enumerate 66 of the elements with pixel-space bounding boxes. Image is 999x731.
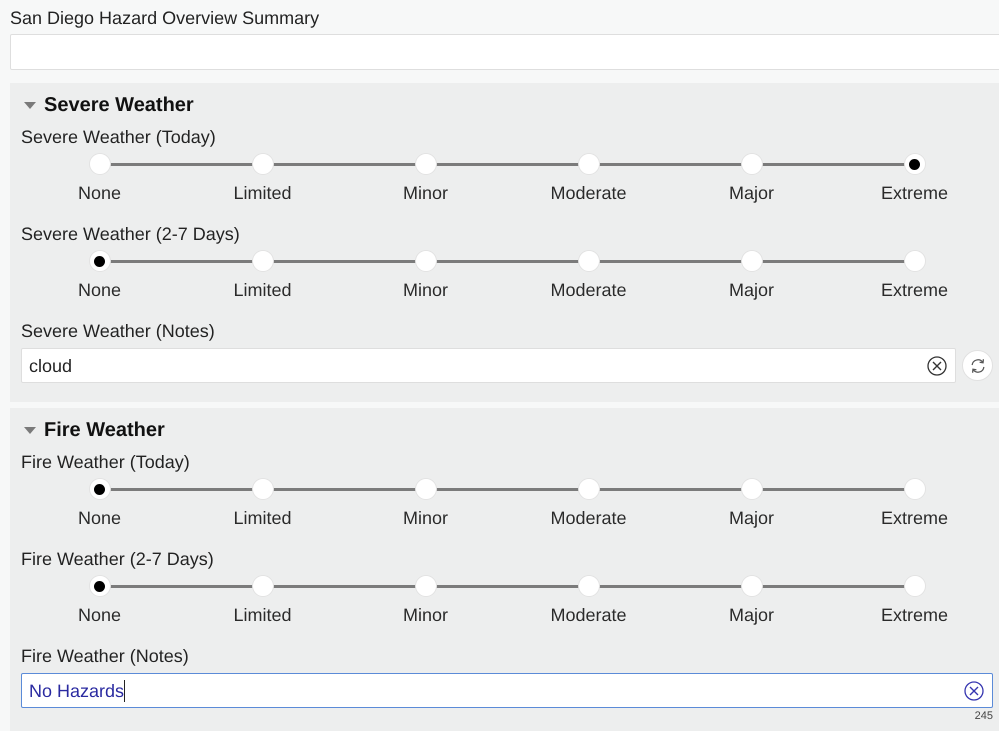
option-label: Limited	[233, 182, 292, 205]
option-label: Minor	[402, 604, 448, 627]
radio-button[interactable]	[88, 575, 110, 597]
option-label: Major	[728, 604, 774, 627]
option-label: Limited	[233, 279, 292, 302]
field-label: Severe Weather (Notes)	[21, 320, 216, 343]
radio-button[interactable]	[252, 250, 274, 272]
form-title: San Diego Hazard Overview Summary	[10, 7, 320, 30]
radio-button[interactable]	[88, 250, 110, 272]
option-label: Extreme	[880, 604, 948, 627]
option-label: Extreme	[880, 507, 948, 530]
radio-button[interactable]	[904, 153, 926, 175]
radio-button[interactable]	[740, 478, 762, 500]
section-toggle[interactable]: Fire Weather	[21, 418, 165, 442]
option-label: Extreme	[880, 182, 948, 205]
option-label: Major	[728, 507, 774, 530]
refresh-button[interactable]	[962, 350, 993, 381]
field-label: Fire Weather (Notes)	[21, 645, 190, 668]
field-label: Severe Weather (Today)	[21, 126, 217, 149]
radio-button[interactable]	[414, 478, 436, 500]
radio-button[interactable]	[414, 575, 436, 597]
refresh-icon	[968, 356, 986, 374]
field-label: Fire Weather (2-7 Days)	[21, 548, 215, 571]
option-label: Minor	[402, 507, 448, 530]
radio-button[interactable]	[414, 153, 436, 175]
option-label: Extreme	[880, 279, 948, 302]
character-count: 245	[974, 710, 993, 723]
radio-button[interactable]	[252, 575, 274, 597]
radio-button[interactable]	[252, 478, 274, 500]
clear-icon[interactable]	[964, 680, 984, 700]
radio-button[interactable]	[578, 478, 600, 500]
option-label: None	[78, 182, 122, 205]
clear-icon[interactable]	[927, 356, 947, 376]
option-label: None	[78, 507, 122, 530]
option-label: Major	[728, 279, 774, 302]
option-label: Minor	[402, 279, 448, 302]
radio-button[interactable]	[88, 478, 110, 500]
radio-button[interactable]	[904, 250, 926, 272]
radio-button[interactable]	[740, 153, 762, 175]
option-label: Moderate	[550, 279, 627, 302]
text-cursor	[124, 680, 126, 702]
text-field[interactable]: No Hazards	[21, 673, 993, 708]
option-label: Moderate	[550, 507, 627, 530]
option-label: Major	[728, 182, 774, 205]
radio-button[interactable]	[740, 250, 762, 272]
radio-button[interactable]	[414, 250, 436, 272]
radio-button[interactable]	[740, 575, 762, 597]
field-label: Fire Weather (Today)	[21, 451, 191, 474]
option-label: Limited	[233, 507, 292, 530]
option-label: Moderate	[550, 604, 627, 627]
section-toggle[interactable]: Severe Weather	[21, 93, 194, 117]
radio-button[interactable]	[904, 478, 926, 500]
radio-button[interactable]	[578, 575, 600, 597]
field-label: Severe Weather (2-7 Days)	[21, 223, 241, 246]
summary-field[interactable]	[10, 34, 999, 70]
option-label: Limited	[233, 604, 292, 627]
radio-button[interactable]	[578, 250, 600, 272]
radio-button[interactable]	[578, 153, 600, 175]
radio-button[interactable]	[904, 575, 926, 597]
option-label: Minor	[402, 182, 448, 205]
option-label: None	[78, 604, 122, 627]
option-label: Moderate	[550, 182, 627, 205]
radio-button[interactable]	[252, 153, 274, 175]
option-label: None	[78, 279, 122, 302]
radio-button[interactable]	[88, 153, 110, 175]
text-field[interactable]: cloud	[21, 348, 956, 383]
